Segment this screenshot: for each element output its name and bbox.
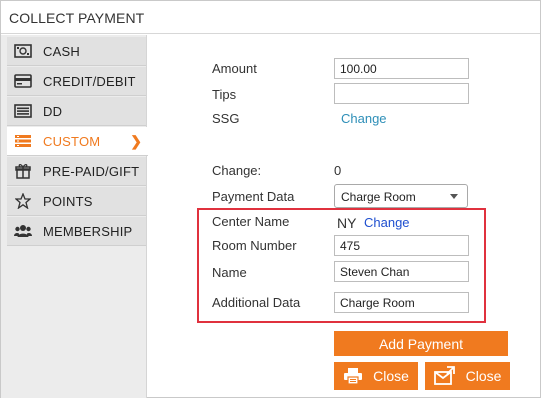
sidebar-item-label: MEMBERSHIP [43,223,133,239]
sidebar-item-dd[interactable]: DD [7,97,146,126]
credit-card-icon [9,67,37,95]
change-label: Change: [212,163,262,178]
sidebar-item-prepaid-gift[interactable]: PRE-PAID/GIFT [7,157,146,186]
sidebar-item-label: CREDIT/DEBIT [43,73,136,89]
star-icon [9,187,37,215]
collect-payment-dialog: COLLECT PAYMENT CASH CREDIT/DEBIT DD CUS… [0,0,541,398]
center-name-label: Center Name [212,214,290,229]
sidebar-item-points[interactable]: POINTS [7,187,146,216]
print-close-button[interactable]: Close [334,362,418,390]
add-payment-label: Add Payment [378,335,464,352]
cash-icon [9,37,37,65]
gift-icon [9,157,37,185]
amount-input[interactable] [334,58,469,79]
tips-label: Tips [212,87,237,102]
printer-icon [343,367,363,385]
dialog-title-bar: COLLECT PAYMENT [1,1,540,34]
sidebar-item-membership[interactable]: MEMBERSHIP [7,217,146,246]
additional-data-input[interactable] [334,292,469,313]
ssg-change-link[interactable]: Change [341,111,387,126]
amount-label: Amount [212,61,257,76]
users-icon [9,217,37,245]
room-number-input[interactable] [334,235,469,256]
chevron-down-icon [450,194,458,199]
sidebar-item-credit-debit[interactable]: CREDIT/DEBIT [7,67,146,96]
additional-data-label: Additional Data [212,295,301,310]
sidebar-item-label: DD [43,103,63,119]
dialog-title: COLLECT PAYMENT [9,10,145,26]
list-icon [9,97,37,125]
name-input[interactable] [334,261,469,282]
center-name-change-link[interactable]: Change [364,215,410,230]
sidebar-item-label: PRE-PAID/GIFT [43,163,140,179]
email-close-label: Close [465,368,502,384]
room-number-label: Room Number [212,238,297,253]
change-value: 0 [334,163,342,178]
tips-input[interactable] [334,83,469,104]
email-send-icon [433,366,456,386]
custom-list-icon [9,127,37,155]
name-label: Name [212,265,247,280]
sidebar-item-label: CUSTOM [43,133,101,149]
center-name-value: NY [337,215,357,231]
add-payment-button[interactable]: Add Payment [334,331,508,356]
payment-data-selected: Charge Room [341,190,416,204]
payment-method-sidebar: CASH CREDIT/DEBIT DD CUSTOM ❯ PRE-PAID/G… [1,35,148,398]
sidebar-item-label: CASH [43,43,80,59]
chevron-right-icon: ❯ [130,133,142,149]
payment-data-select[interactable]: Charge Room [334,184,468,208]
payment-data-label: Payment Data [212,189,295,204]
ssg-label: SSG [212,111,240,126]
email-close-button[interactable]: Close [425,362,510,390]
print-close-label: Close [373,368,409,384]
sidebar-item-cash[interactable]: CASH [7,37,146,66]
sidebar-item-label: POINTS [43,193,93,209]
sidebar-item-custom[interactable]: CUSTOM ❯ [7,127,148,156]
